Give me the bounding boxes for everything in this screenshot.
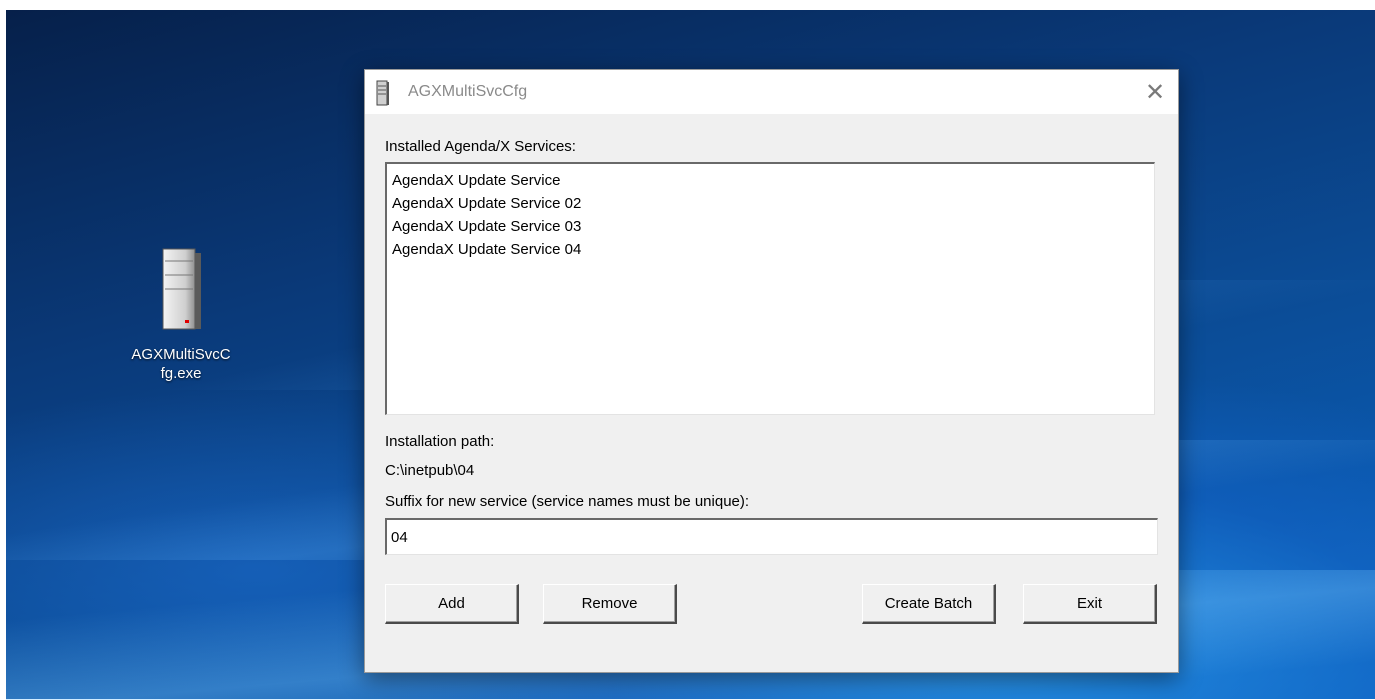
- close-button[interactable]: ✕: [1132, 70, 1178, 114]
- server-tower-icon: [376, 80, 390, 106]
- list-item[interactable]: AgendaX Update Service 02: [392, 192, 1149, 215]
- desktop-icon-label: AGXMultiSvcCfg.exe: [131, 346, 231, 382]
- title-bar[interactable]: AGXMultiSvcCfg ✕: [365, 70, 1178, 114]
- create-batch-button[interactable]: Create Batch: [862, 584, 996, 624]
- installation-path-label: Installation path:: [385, 433, 495, 450]
- list-item[interactable]: AgendaX Update Service 03: [392, 215, 1149, 238]
- list-item[interactable]: AgendaX Update Service 04: [392, 238, 1149, 261]
- add-button[interactable]: Add: [385, 584, 519, 624]
- agxmultisvccfg-window: AGXMultiSvcCfg ✕ Installed Agenda/X Serv…: [364, 69, 1179, 673]
- services-listbox[interactable]: AgendaX Update Service AgendaX Update Se…: [385, 162, 1155, 415]
- suffix-input[interactable]: [385, 518, 1158, 555]
- close-icon: ✕: [1144, 78, 1166, 106]
- server-tower-icon: [159, 245, 203, 333]
- services-label: Installed Agenda/X Services:: [385, 138, 576, 155]
- remove-button[interactable]: Remove: [543, 584, 677, 624]
- window-title: AGXMultiSvcCfg: [408, 83, 528, 100]
- installation-path-value: C:\inetpub\04: [385, 462, 475, 479]
- list-item[interactable]: AgendaX Update Service: [392, 169, 1149, 192]
- exit-button[interactable]: Exit: [1023, 584, 1157, 624]
- suffix-label: Suffix for new service (service names mu…: [385, 493, 750, 510]
- desktop-icon-agxmultisvccfg[interactable]: AGXMultiSvcCfg.exe: [130, 245, 232, 383]
